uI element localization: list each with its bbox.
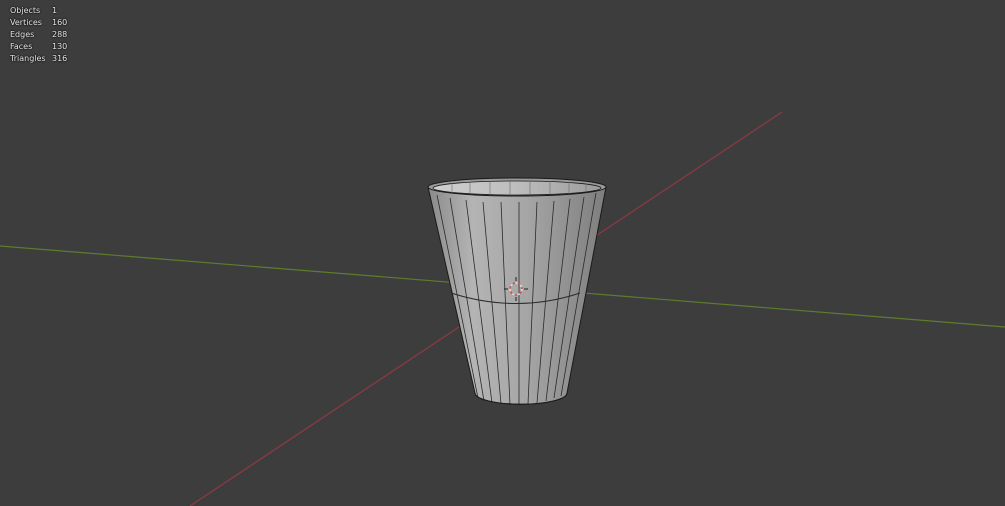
stats-row-faces: Faces 130 bbox=[10, 41, 82, 53]
stats-value: 130 bbox=[52, 42, 68, 51]
stats-label: Vertices bbox=[10, 18, 42, 27]
viewport-scene[interactable] bbox=[0, 0, 1005, 506]
cup-inner-surface bbox=[432, 180, 602, 196]
stats-row-objects: Objects 1 bbox=[10, 5, 82, 17]
stats-value: 316 bbox=[52, 54, 68, 63]
cup-mesh[interactable] bbox=[427, 177, 607, 406]
stats-label: Edges bbox=[10, 30, 35, 39]
stats-value: 288 bbox=[52, 30, 68, 39]
stats-row-edges: Edges 288 bbox=[10, 29, 82, 41]
stats-value: 160 bbox=[52, 18, 68, 27]
3d-viewport[interactable]: Objects 1 Vertices 160 Edges 288 Faces 1… bbox=[0, 0, 1005, 506]
stats-row-vertices: Vertices 160 bbox=[10, 17, 82, 29]
stats-value: 1 bbox=[52, 6, 58, 15]
stats-label: Triangles bbox=[10, 54, 46, 63]
stats-label: Faces bbox=[10, 42, 33, 51]
stats-label: Objects bbox=[10, 6, 41, 15]
statistics-overlay: Objects 1 Vertices 160 Edges 288 Faces 1… bbox=[10, 5, 82, 65]
stats-row-triangles: Triangles 316 bbox=[10, 53, 82, 65]
